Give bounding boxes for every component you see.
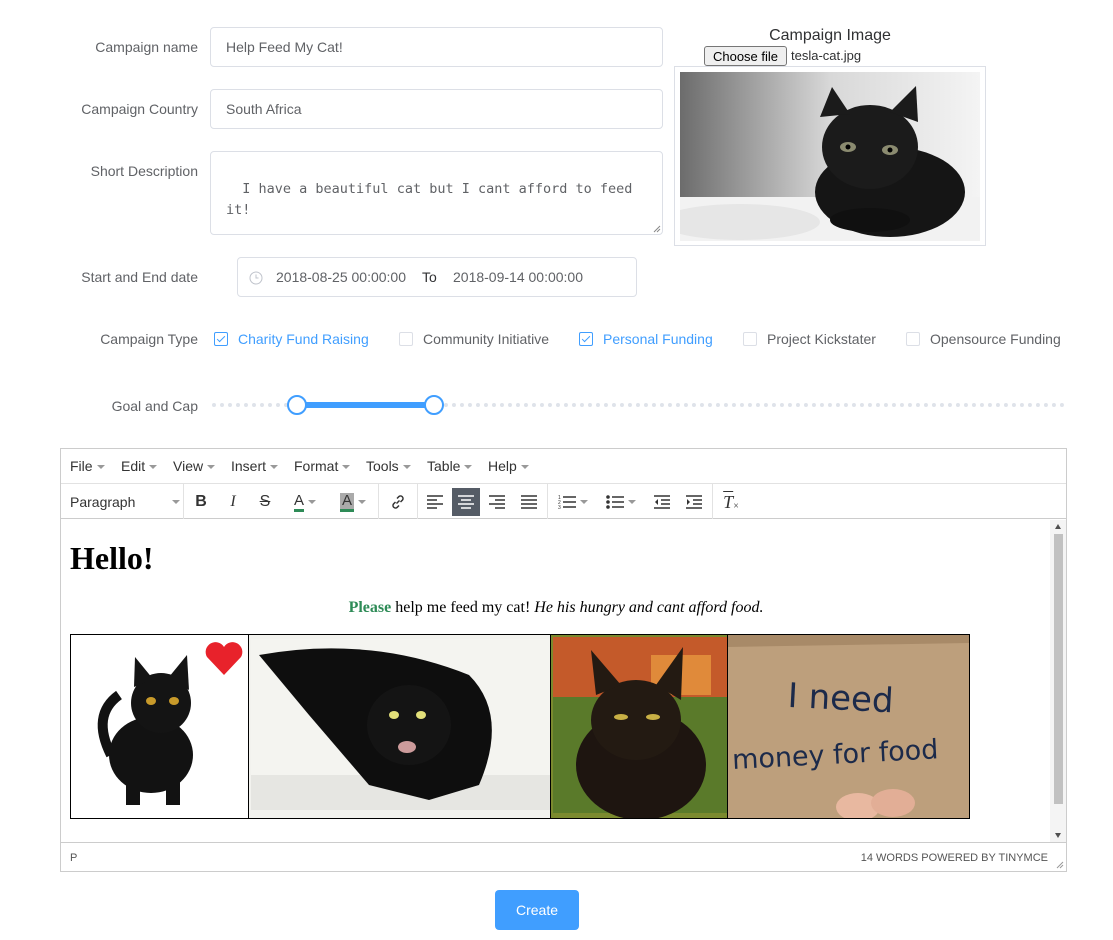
align-left-icon[interactable] (421, 488, 449, 516)
element-path[interactable]: P (70, 852, 77, 864)
date-separator: To (422, 269, 437, 285)
menu-edit[interactable]: Edit (121, 458, 158, 474)
cat-photo-image (660, 72, 980, 241)
align-center-icon[interactable] (452, 488, 480, 516)
start-date-input[interactable]: 2018-08-25 00:00:00 (276, 269, 406, 285)
editor-scrollbar[interactable] (1050, 520, 1066, 842)
italic-icon[interactable]: I (221, 488, 245, 516)
short-description-value: I have a beautiful cat but I cant afford… (226, 181, 633, 218)
campaign-image-title: Campaign Image (769, 27, 891, 44)
campaign-country-label: Campaign Country (81, 101, 198, 117)
editor-content-area[interactable]: Hello! Please help me feed my cat! He hi… (61, 520, 1051, 842)
clear-formatting-icon[interactable]: T × (717, 488, 745, 516)
rich-text-editor: File Edit View Insert Format Tools Table… (60, 448, 1067, 872)
checkbox-box[interactable] (579, 332, 593, 346)
strikethrough-icon[interactable]: S (253, 488, 277, 516)
short-description-textarea[interactable]: I have a beautiful cat but I cant afford… (210, 151, 663, 235)
kitten-heart-image (71, 635, 249, 818)
menu-table[interactable]: Table (427, 458, 473, 474)
goal-cap-slider-range (297, 402, 434, 408)
word-count-branding: 14 WORDS POWERED BY TINYMCE (860, 852, 1048, 864)
dates-label: Start and End date (81, 269, 198, 285)
text-color-icon[interactable]: A (285, 488, 325, 516)
end-date-input[interactable]: 2018-09-14 00:00:00 (453, 269, 583, 285)
bold-icon[interactable]: B (189, 488, 213, 516)
paragraph-plain-text: help me feed my cat! (391, 599, 535, 616)
campaign-country-input[interactable]: South Africa (210, 89, 663, 129)
menu-view[interactable]: View (173, 458, 216, 474)
block-format-select[interactable]: Paragraph (70, 488, 180, 516)
menu-insert[interactable]: Insert (231, 458, 279, 474)
menu-help[interactable]: Help (488, 458, 529, 474)
numbered-list-icon[interactable]: 123 (553, 488, 593, 516)
heart-icon (205, 642, 243, 675)
sign-text-line1: I need (787, 676, 895, 721)
background-color-icon[interactable]: A (333, 488, 373, 516)
resize-grip-icon[interactable] (653, 225, 661, 233)
scrollbar-thumb[interactable] (1054, 534, 1063, 804)
goal-slider-handle[interactable] (287, 395, 308, 415)
content-paragraph: Please help me feed my cat! He his hungr… (61, 599, 1051, 617)
menu-tools[interactable]: Tools (366, 458, 411, 474)
editor-menubar: File Edit View Insert Format Tools Table… (61, 449, 1066, 484)
editor-toolbar: Paragraph B I S A A 123 T × (61, 484, 1066, 519)
indent-icon[interactable] (680, 488, 708, 516)
chevron-down-icon (172, 500, 180, 504)
align-right-icon[interactable] (483, 488, 511, 516)
checkbox-label[interactable]: Charity Fund Raising (238, 331, 369, 347)
campaign-name-label: Campaign name (95, 39, 198, 55)
bullet-list-icon[interactable] (601, 488, 641, 516)
cap-slider-handle[interactable] (423, 395, 444, 415)
resize-handle-icon[interactable] (1055, 860, 1064, 869)
paragraph-italic-text: He his hungry and cant afford food. (534, 599, 764, 616)
link-icon[interactable] (384, 488, 412, 516)
money-sign-image: I need money for food (728, 635, 969, 818)
checkbox-box[interactable] (214, 332, 228, 346)
checkbox-label[interactable]: Personal Funding (603, 331, 713, 347)
choose-file-button[interactable]: Choose file (704, 46, 787, 66)
grumpy-cat-image (551, 635, 729, 818)
checkbox-label[interactable]: Opensource Funding (930, 331, 1061, 347)
campaign-name-value: Help Feed My Cat! (226, 39, 343, 55)
checkbox-label[interactable]: Community Initiative (423, 331, 549, 347)
checkbox-box[interactable] (743, 332, 757, 346)
outdent-icon[interactable] (648, 488, 676, 516)
menu-file[interactable]: File (70, 458, 105, 474)
file-name: tesla-cat.jpg (791, 48, 862, 63)
campaign-country-value: South Africa (226, 101, 302, 117)
content-image-table: I need money for food (70, 634, 970, 819)
goal-cap-label: Goal and Cap (111, 398, 198, 414)
checkbox-box[interactable] (906, 332, 920, 346)
campaign-name-input[interactable]: Help Feed My Cat! (210, 27, 663, 67)
clock-icon (249, 271, 263, 285)
checkbox-label[interactable]: Project Kickstater (767, 331, 876, 347)
svg-text:3: 3 (558, 505, 561, 510)
editor-statusbar: P 14 WORDS POWERED BY TINYMCE (61, 842, 1066, 871)
paragraph-bold-text: Please (348, 599, 392, 616)
content-heading: Hello! (70, 540, 154, 576)
campaign-type-label: Campaign Type (100, 331, 198, 347)
campaign-image-preview (660, 66, 986, 246)
checkbox-box[interactable] (399, 332, 413, 346)
menu-format[interactable]: Format (294, 458, 351, 474)
short-description-label: Short Description (90, 163, 198, 179)
align-justify-icon[interactable] (515, 488, 543, 516)
create-button[interactable]: Create (495, 890, 579, 930)
hissing-cat-image (248, 635, 552, 818)
date-range-picker[interactable]: 2018-08-25 00:00:00 To 2018-09-14 00:00:… (237, 257, 637, 297)
